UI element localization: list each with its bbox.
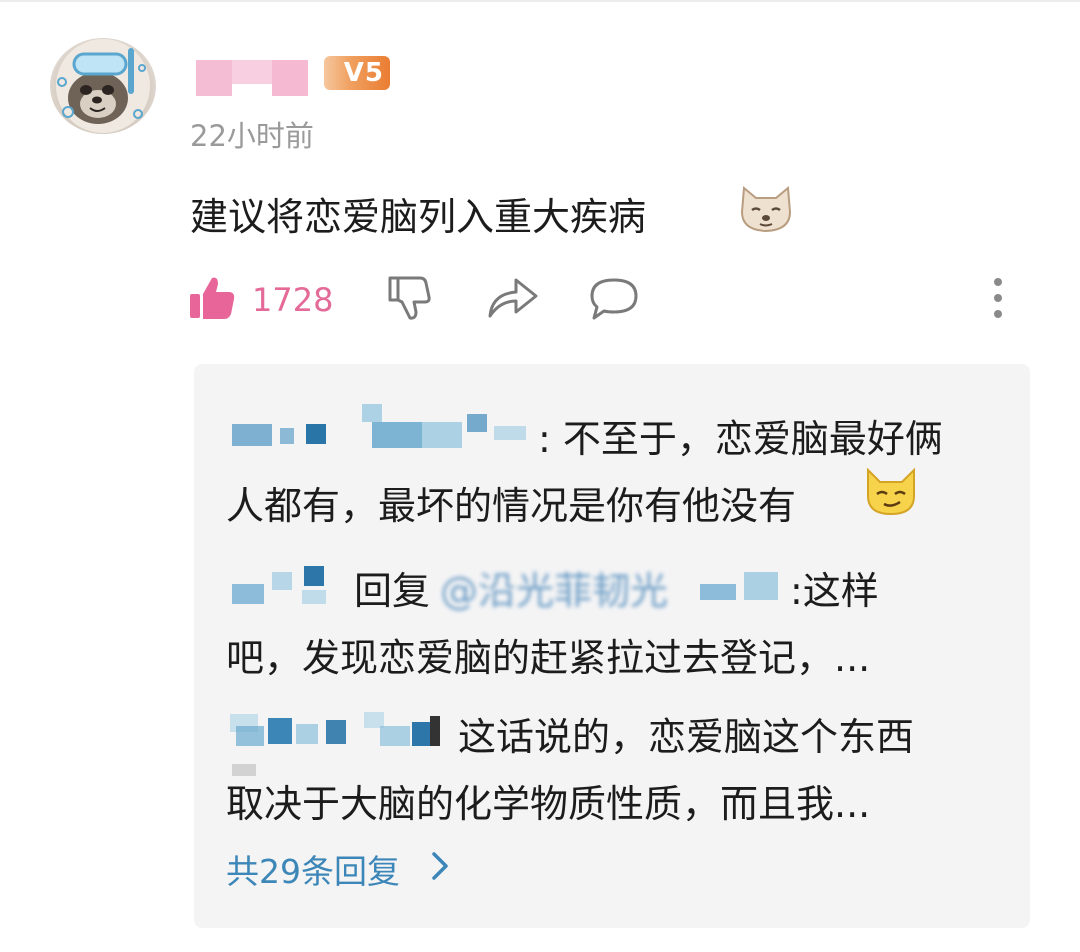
avatar[interactable] [50,38,156,134]
username-redacted[interactable] [196,60,308,96]
vip-level-badge: V5 [324,56,390,90]
reply-author-redacted[interactable] [232,402,532,452]
view-all-replies-link[interactable]: 共29条回复 [226,845,400,893]
reply-1-line-2: 人都有，最坏的情况是你有他没有 [226,484,797,528]
smirking-cat-emoji-icon [867,467,915,516]
comment-timestamp: 22小时前 [190,119,314,153]
dog-face-emoji-icon [740,186,792,233]
mention-redacted [700,566,782,604]
reply-author-redacted[interactable] [230,706,454,750]
reply-author-redacted[interactable] [232,562,342,606]
more-options-icon[interactable] [986,276,1010,320]
reply-2-label: 回复 [354,569,431,613]
like-thumbs-up-icon[interactable] [188,274,236,322]
reply-1-line-1: : 不至于，恋爱脑最好俩 [538,417,943,461]
reply-3-line-2: 取决于大脑的化学物质性质，而且我... [226,782,871,826]
like-count: 1728 [252,281,334,319]
top-divider [0,0,1080,2]
reply-3-line-1: 这话说的，恋爱脑这个东西 [458,715,915,759]
otter-avatar-icon [56,39,150,133]
share-arrow-icon[interactable] [486,274,540,320]
comment-bubble-icon[interactable] [588,276,640,322]
comment-text: 建议将恋爱脑列入重大疾病 [190,195,647,239]
chevron-right-icon[interactable] [428,850,452,882]
dislike-thumbs-down-icon[interactable] [384,272,434,322]
reply-2-line-2: 吧，发现恋爱脑的赶紧拉过去登记，... [226,636,871,680]
reply-mention-link[interactable]: @沿光菲韧光 [440,560,668,615]
reply-2-line-1: :这样 [790,569,879,613]
